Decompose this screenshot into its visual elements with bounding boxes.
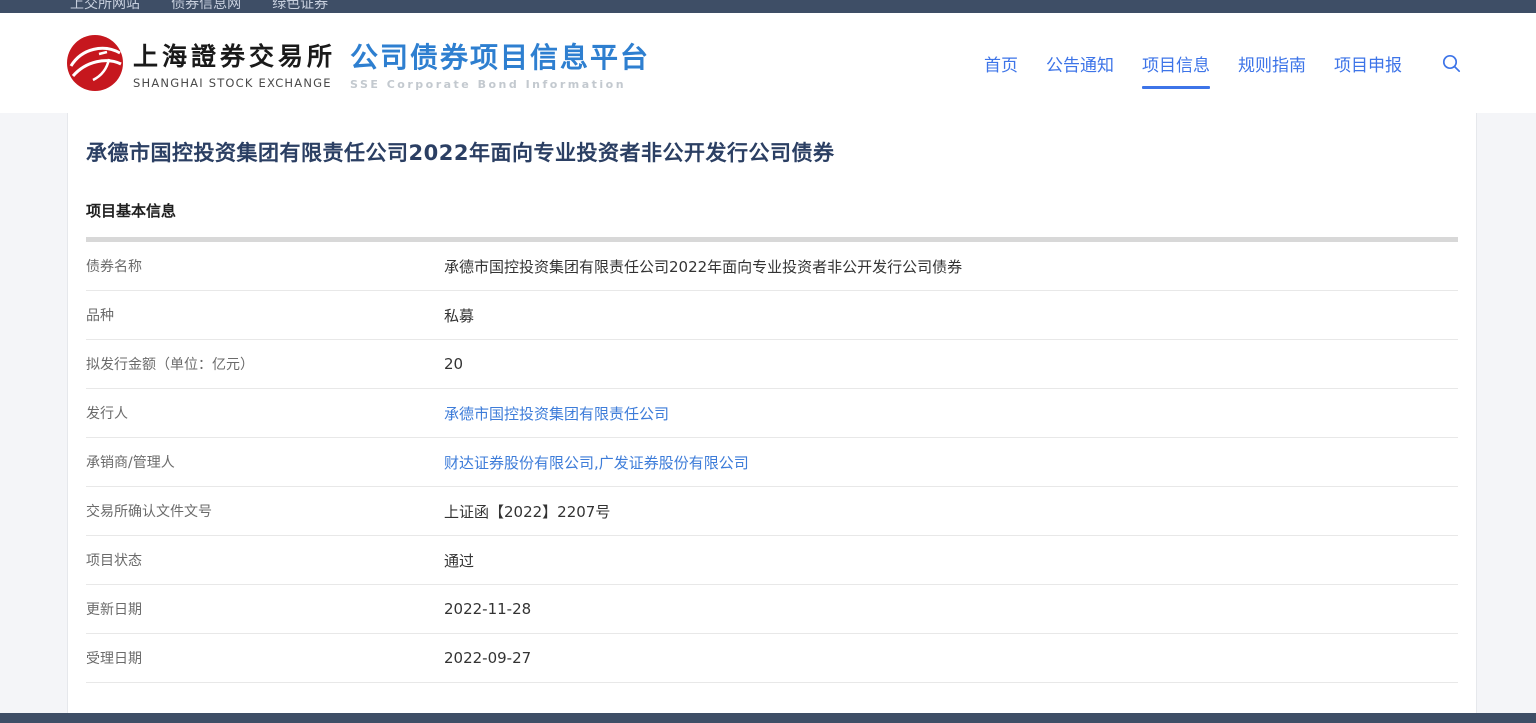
site-header: 上海證券交易所 SHANGHAI STOCK EXCHANGE 公司债券项目信息… <box>0 13 1536 113</box>
footer-bar <box>0 713 1536 723</box>
field-value: 上证函【2022】2207号 <box>444 501 610 522</box>
topbar-link-bond-info[interactable]: 债券信息网 <box>171 0 241 13</box>
field-value: 2022-09-27 <box>444 649 531 667</box>
logo-text: 上海證券交易所 SHANGHAI STOCK EXCHANGE <box>133 37 336 90</box>
table-row-underwriter: 承销商/管理人 财达证券股份有限公司,广发证券股份有限公司 <box>86 438 1458 487</box>
nav-item-rules-guide[interactable]: 规则指南 <box>1238 51 1306 76</box>
page-body: 承德市国控投资集团有限责任公司2022年面向专业投资者非公开发行公司债券 项目基… <box>0 113 1536 713</box>
search-icon[interactable] <box>1442 53 1462 73</box>
table-row-update-date: 更新日期 2022-11-28 <box>86 585 1458 634</box>
table-row-bond-name: 债券名称 承德市国控投资集团有限责任公司2022年面向专业投资者非公开发行公司债… <box>86 242 1458 291</box>
platform-english-title: SSE Corporate Bond Information <box>350 78 650 91</box>
top-utility-bar: 上交所网站 债券信息网 绿色证券 <box>0 0 1536 13</box>
logo-english-name: SHANGHAI STOCK EXCHANGE <box>133 76 336 90</box>
sse-logo[interactable]: 上海證券交易所 SHANGHAI STOCK EXCHANGE 公司债券项目信息… <box>66 34 650 92</box>
field-label: 项目状态 <box>86 550 444 570</box>
underwriter-link[interactable]: 财达证券股份有限公司,广发证券股份有限公司 <box>444 452 749 473</box>
platform-chinese-title: 公司债券项目信息平台 <box>350 36 650 76</box>
field-label: 拟发行金额（单位：亿元） <box>86 354 444 374</box>
nav-item-project-application[interactable]: 项目申报 <box>1334 51 1402 76</box>
field-label: 更新日期 <box>86 599 444 619</box>
platform-title: 公司债券项目信息平台 SSE Corporate Bond Informatio… <box>350 36 650 91</box>
field-label: 发行人 <box>86 403 444 423</box>
page-title: 承德市国控投资集团有限责任公司2022年面向专业投资者非公开发行公司债券 <box>86 113 1458 167</box>
field-label: 品种 <box>86 305 444 325</box>
field-label: 受理日期 <box>86 648 444 668</box>
logo-chinese-name: 上海證券交易所 <box>133 37 336 73</box>
status-value: 通过 <box>444 550 474 571</box>
table-row-variety: 品种 私募 <box>86 291 1458 340</box>
table-row-planned-amount: 拟发行金额（单位：亿元） 20 <box>86 340 1458 389</box>
nav-item-announcements[interactable]: 公告通知 <box>1046 51 1114 76</box>
field-value: 私募 <box>444 305 474 326</box>
table-row-issuer: 发行人 承德市国控投资集团有限责任公司 <box>86 389 1458 438</box>
project-detail-card: 承德市国控投资集团有限责任公司2022年面向专业投资者非公开发行公司债券 项目基… <box>67 113 1477 713</box>
topbar-link-sse-site[interactable]: 上交所网站 <box>70 0 140 13</box>
field-label: 交易所确认文件文号 <box>86 501 444 521</box>
topbar-link-green-securities[interactable]: 绿色证券 <box>272 0 328 13</box>
table-row-acceptance-date: 受理日期 2022-09-27 <box>86 634 1458 683</box>
project-info-table: 债券名称 承德市国控投资集团有限责任公司2022年面向专业投资者非公开发行公司债… <box>86 242 1458 683</box>
table-row-project-status: 项目状态 通过 <box>86 536 1458 585</box>
main-nav: 首页 公告通知 项目信息 规则指南 项目申报 <box>956 51 1462 76</box>
nav-item-home[interactable]: 首页 <box>984 51 1018 76</box>
field-value: 2022-11-28 <box>444 600 531 618</box>
field-label: 债券名称 <box>86 256 444 276</box>
issuer-link[interactable]: 承德市国控投资集团有限责任公司 <box>444 403 669 424</box>
sse-emblem-icon <box>66 34 124 92</box>
table-row-confirmation-doc: 交易所确认文件文号 上证函【2022】2207号 <box>86 487 1458 536</box>
nav-item-project-info[interactable]: 项目信息 <box>1142 51 1210 76</box>
section-title-basic-info: 项目基本信息 <box>86 200 1458 221</box>
field-label: 承销商/管理人 <box>86 452 444 472</box>
field-value: 承德市国控投资集团有限责任公司2022年面向专业投资者非公开发行公司债券 <box>444 256 962 277</box>
field-value: 20 <box>444 355 463 373</box>
